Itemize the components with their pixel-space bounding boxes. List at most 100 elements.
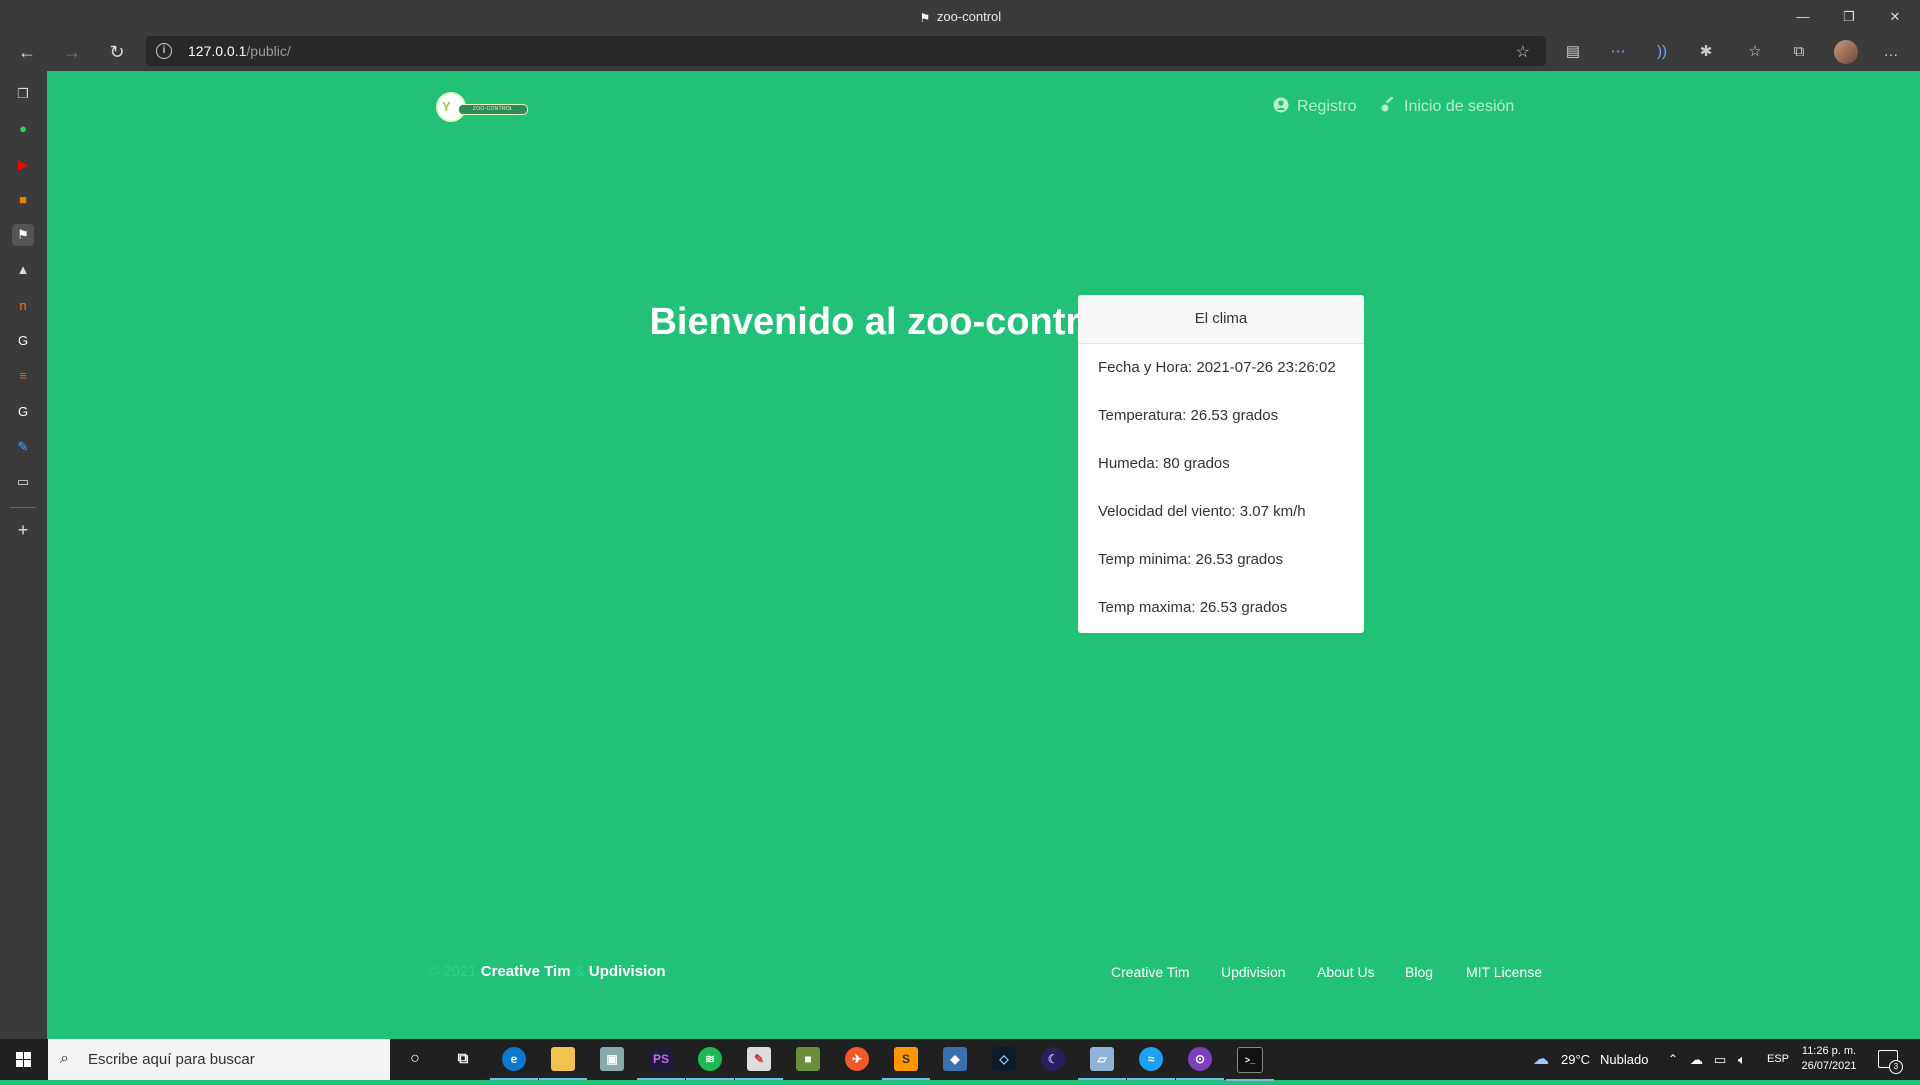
refresh-button[interactable]: ↻ bbox=[102, 37, 132, 67]
file-explorer-icon[interactable] bbox=[539, 1047, 587, 1080]
address-bar[interactable]: i 127.0.0.1/public/ ☆ bbox=[146, 36, 1546, 66]
weather-wind-speed: Velocidad del viento: 3.07 km/h bbox=[1098, 503, 1306, 520]
window-title: ⚑ zoo-control bbox=[0, 0, 1920, 33]
tray-weather-desc[interactable]: Nublado bbox=[1600, 1039, 1648, 1080]
weather-cloud-icon[interactable]: ☁ bbox=[1533, 1039, 1549, 1080]
whatsapp-icon[interactable]: ● bbox=[12, 118, 34, 140]
tray-weather-temp[interactable]: 29°C bbox=[1561, 1039, 1590, 1080]
extensions-icon[interactable]: ✱ bbox=[1695, 41, 1717, 63]
footer-copyright: © 2021 Creative Tim & Updivision bbox=[428, 962, 666, 982]
register-link[interactable]: Registro bbox=[1273, 95, 1357, 119]
read-aloud-icon[interactable]: )) bbox=[1651, 41, 1673, 63]
moon-app-icon[interactable]: ☾ bbox=[1041, 1047, 1065, 1071]
profile-avatar[interactable] bbox=[1834, 40, 1858, 64]
web-page: Y ZOO-CONTROL Registro Inicio de sesión … bbox=[47, 71, 1920, 1039]
start-button[interactable] bbox=[0, 1039, 48, 1080]
terminal-icon[interactable]: >_ bbox=[1226, 1047, 1274, 1081]
add-icon[interactable]: + bbox=[12, 519, 34, 541]
language-indicator[interactable]: ESP bbox=[1767, 1039, 1789, 1080]
footer-link-creative-tim[interactable]: Creative Tim bbox=[1111, 962, 1190, 982]
back-button[interactable]: ← bbox=[12, 37, 42, 67]
clock-time: 11:26 p. m. bbox=[1801, 1045, 1857, 1057]
weather-humidity: Humeda: 80 grados bbox=[1098, 455, 1230, 472]
url-host: 127.0.0.1 bbox=[188, 43, 247, 59]
footer-link-about-us[interactable]: About Us bbox=[1317, 962, 1375, 982]
photos-app-icon[interactable]: ▣ bbox=[600, 1047, 624, 1071]
favorites-icon[interactable]: ☆ bbox=[1744, 41, 1766, 63]
phpstorm-icon[interactable]: PS bbox=[637, 1047, 685, 1080]
footer-brand-creative-tim[interactable]: Creative Tim bbox=[481, 963, 571, 980]
udemy-icon[interactable]: n bbox=[12, 295, 34, 317]
onedrive-icon[interactable]: ☁ bbox=[1690, 1039, 1703, 1080]
network-icon[interactable]: ▭ bbox=[1714, 1039, 1726, 1080]
add-favorite-icon[interactable]: ☆ bbox=[1516, 42, 1530, 62]
search-placeholder: Escribe aquí para buscar bbox=[88, 1051, 255, 1068]
user-circle-icon bbox=[1273, 97, 1289, 113]
key-icon bbox=[1381, 97, 1394, 112]
tab-actions-icon[interactable]: ❐ bbox=[12, 83, 34, 105]
weather-temp-min: Temp minima: 26.53 grados bbox=[1098, 551, 1284, 568]
forward-button[interactable]: → bbox=[57, 37, 87, 67]
pen-tool-icon[interactable]: ✎ bbox=[12, 436, 34, 458]
windows-logo-icon bbox=[16, 1052, 31, 1067]
copyright-text: © 2021 bbox=[428, 963, 477, 980]
zoo-control-tab-icon[interactable]: ⚑ bbox=[12, 224, 34, 246]
weather-temperature: Temperatura: 26.53 grados bbox=[1098, 407, 1279, 424]
minimize-button[interactable]: — bbox=[1780, 0, 1826, 33]
task-view-icon[interactable]: ⧉ bbox=[451, 1047, 475, 1071]
blogger-icon[interactable]: ■ bbox=[12, 189, 34, 211]
url-text[interactable]: 127.0.0.1/public/ bbox=[188, 36, 291, 66]
show-hidden-icons-icon[interactable]: ⌃ bbox=[1668, 1039, 1678, 1080]
logo-text: ZOO-CONTROL bbox=[458, 104, 528, 115]
sublime-text-icon[interactable]: S bbox=[882, 1047, 930, 1080]
collections-icon[interactable]: ⧉ bbox=[1788, 41, 1810, 63]
more-menu-icon[interactable]: … bbox=[1880, 41, 1902, 63]
youtube-icon[interactable]: ▶ bbox=[12, 154, 34, 176]
weather-datetime: Fecha y Hora: 2021-07-26 23:26:02 bbox=[1098, 359, 1336, 376]
search-icon: ⌕ bbox=[60, 1050, 69, 1067]
window-icon[interactable]: ▭ bbox=[12, 471, 34, 493]
google-icon-2[interactable]: G bbox=[12, 401, 34, 423]
restore-button[interactable]: ❐ bbox=[1826, 0, 1872, 33]
login-link[interactable]: Inicio de sesión bbox=[1380, 95, 1514, 119]
footer-brand-updivision[interactable]: Updivision bbox=[589, 963, 666, 980]
volume-icon[interactable]: 🔈︎ bbox=[1738, 1039, 1746, 1080]
notepad-icon[interactable]: ▱ bbox=[1078, 1047, 1126, 1080]
reading-view-icon[interactable]: ▤ bbox=[1562, 41, 1584, 63]
taskbar-search-box[interactable]: ⌕ Escribe aquí para buscar bbox=[48, 1039, 390, 1080]
url-path: /public/ bbox=[246, 43, 291, 59]
unity-icon[interactable]: ◇ bbox=[992, 1047, 1016, 1071]
sidebar-divider bbox=[10, 507, 36, 508]
notifications-icon[interactable]: 3 bbox=[1878, 1050, 1903, 1074]
clock-date: 26/07/2021 bbox=[1801, 1060, 1857, 1072]
close-window-button[interactable]: ✕ bbox=[1872, 0, 1918, 33]
site-logo[interactable]: Y ZOO-CONTROL bbox=[438, 93, 528, 123]
footer-link-mit-license[interactable]: MIT License bbox=[1466, 962, 1542, 982]
welcome-heading: Bienvenido al zoo-control. bbox=[649, 301, 1125, 343]
system-clock[interactable]: 11:26 p. m. 26/07/2021 bbox=[1794, 1044, 1864, 1074]
extension-dots-icon[interactable]: ⋯ bbox=[1607, 41, 1629, 63]
paint-app-icon[interactable]: ✎ bbox=[735, 1047, 783, 1080]
weather-card: El clima Fecha y Hora: 2021-07-26 23:26:… bbox=[1078, 295, 1364, 633]
browser-sidebar: ❐ ● ▶ ■ ⚑ ▲ n G ≡ G ✎ ▭ + bbox=[0, 71, 47, 1039]
docker-icon[interactable]: ≈ bbox=[1127, 1047, 1175, 1080]
spotify-icon[interactable]: ≋ bbox=[686, 1047, 734, 1080]
notifications-count: 3 bbox=[1889, 1060, 1903, 1074]
cortana-icon[interactable]: ○ bbox=[403, 1047, 427, 1071]
stack-overflow-icon[interactable]: ≡ bbox=[12, 365, 34, 387]
minecraft-icon[interactable]: ■ bbox=[796, 1047, 820, 1071]
postman-icon[interactable]: ✈ bbox=[845, 1047, 869, 1071]
github-desktop-icon[interactable]: ⊙ bbox=[1176, 1047, 1224, 1080]
python-idle-icon[interactable]: ◆ bbox=[943, 1047, 967, 1071]
edge-app-icon[interactable]: e bbox=[490, 1047, 538, 1080]
site-info-icon[interactable]: i bbox=[156, 43, 172, 59]
site-favicon-icon: ⚑ bbox=[919, 11, 931, 25]
browser-title-bar: ⚑ zoo-control — ❐ ✕ bbox=[0, 0, 1920, 33]
graduation-cap-icon[interactable]: ▲ bbox=[12, 259, 34, 281]
weather-card-title: El clima bbox=[1078, 295, 1364, 344]
footer-link-blog[interactable]: Blog bbox=[1405, 962, 1433, 982]
register-label: Registro bbox=[1297, 98, 1357, 115]
footer-link-updivision[interactable]: Updivision bbox=[1221, 962, 1286, 982]
weather-temp-max: Temp maxima: 26.53 grados bbox=[1098, 599, 1288, 616]
google-icon[interactable]: G bbox=[12, 330, 34, 352]
